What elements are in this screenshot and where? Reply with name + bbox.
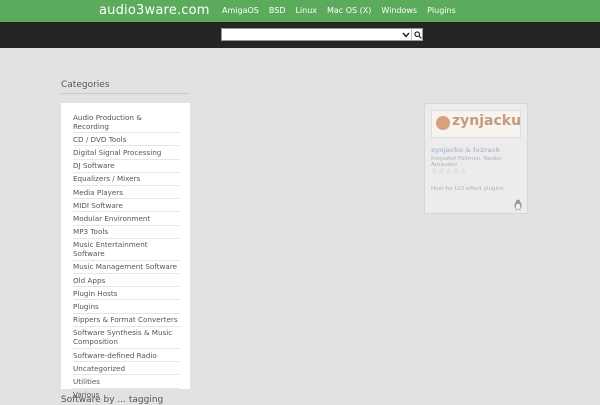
nav-amigaos[interactable]: AmigaOS xyxy=(222,0,259,22)
category-link[interactable]: Software Synthesis & Music Composition xyxy=(73,327,180,349)
category-link[interactable]: CD / DVD Tools xyxy=(73,133,180,147)
nav-linux[interactable]: Linux xyxy=(295,0,317,22)
category-link[interactable]: Audio Production & Recording xyxy=(73,111,180,134)
logo-mark-icon xyxy=(436,116,450,130)
logo-text: zynjacku xyxy=(452,113,522,129)
category-link[interactable]: MIDI Software xyxy=(73,199,180,213)
category-link[interactable]: Rippers & Format Converters xyxy=(73,314,180,327)
categories-list: Audio Production & Recording CD / DVD To… xyxy=(73,111,180,401)
category-link[interactable]: Utilities xyxy=(73,375,180,389)
categories-panel: Audio Production & Recording CD / DVD To… xyxy=(61,103,190,399)
category-link[interactable]: DJ Software xyxy=(73,160,180,173)
category-link[interactable]: Software-defined Radio xyxy=(73,349,180,363)
category-link[interactable]: Uncategorized xyxy=(73,362,180,376)
category-link[interactable]: Media Players xyxy=(73,186,180,200)
category-link[interactable]: MP3 Tools xyxy=(73,226,180,239)
software-card[interactable]: zynjacku zynjacku & lv2rack Krzysztof Fo… xyxy=(424,103,528,214)
section-heading-tagging: Software by ... tagging xyxy=(61,395,164,405)
linux-tux-icon xyxy=(514,199,522,211)
heading-divider xyxy=(61,93,189,94)
main-nav: AmigaOS BSD Linux Mac OS (X) Windows Plu… xyxy=(222,0,456,22)
search-icon xyxy=(413,30,422,39)
nav-bsd[interactable]: BSD xyxy=(269,0,286,22)
category-link[interactable]: Music Entertainment Software xyxy=(73,239,180,261)
top-navigation-bar: audio3ware.com AmigaOS BSD Linux Mac OS … xyxy=(0,0,600,22)
search-button[interactable] xyxy=(411,29,423,40)
nav-windows[interactable]: Windows xyxy=(381,0,417,22)
software-logo[interactable]: zynjacku xyxy=(431,110,521,138)
categories-heading: Categories xyxy=(61,80,110,90)
category-link[interactable]: Plugins xyxy=(73,300,180,314)
search-box xyxy=(221,28,423,41)
category-link[interactable]: Old Apps xyxy=(73,274,180,288)
software-title-link[interactable]: zynjacku & lv2rack xyxy=(431,146,500,154)
category-link[interactable]: Digital Signal Processing xyxy=(73,146,180,160)
chevron-down-icon[interactable] xyxy=(401,29,411,40)
nav-macos[interactable]: Mac OS (X) xyxy=(327,0,371,22)
category-link[interactable]: Equalizers / Mixers xyxy=(73,173,180,186)
category-link[interactable]: Modular Environment xyxy=(73,212,180,226)
search-input[interactable] xyxy=(224,30,394,39)
software-description: Host for LV2 effect plugins xyxy=(431,186,504,192)
site-brand-link[interactable]: audio3ware.com xyxy=(99,2,210,20)
category-link[interactable]: Music Management Software xyxy=(73,261,180,275)
rating-stars[interactable]: ☆☆☆☆☆ xyxy=(431,167,467,175)
category-link[interactable]: Plugin Hosts xyxy=(73,287,180,301)
nav-plugins[interactable]: Plugins xyxy=(427,0,456,22)
